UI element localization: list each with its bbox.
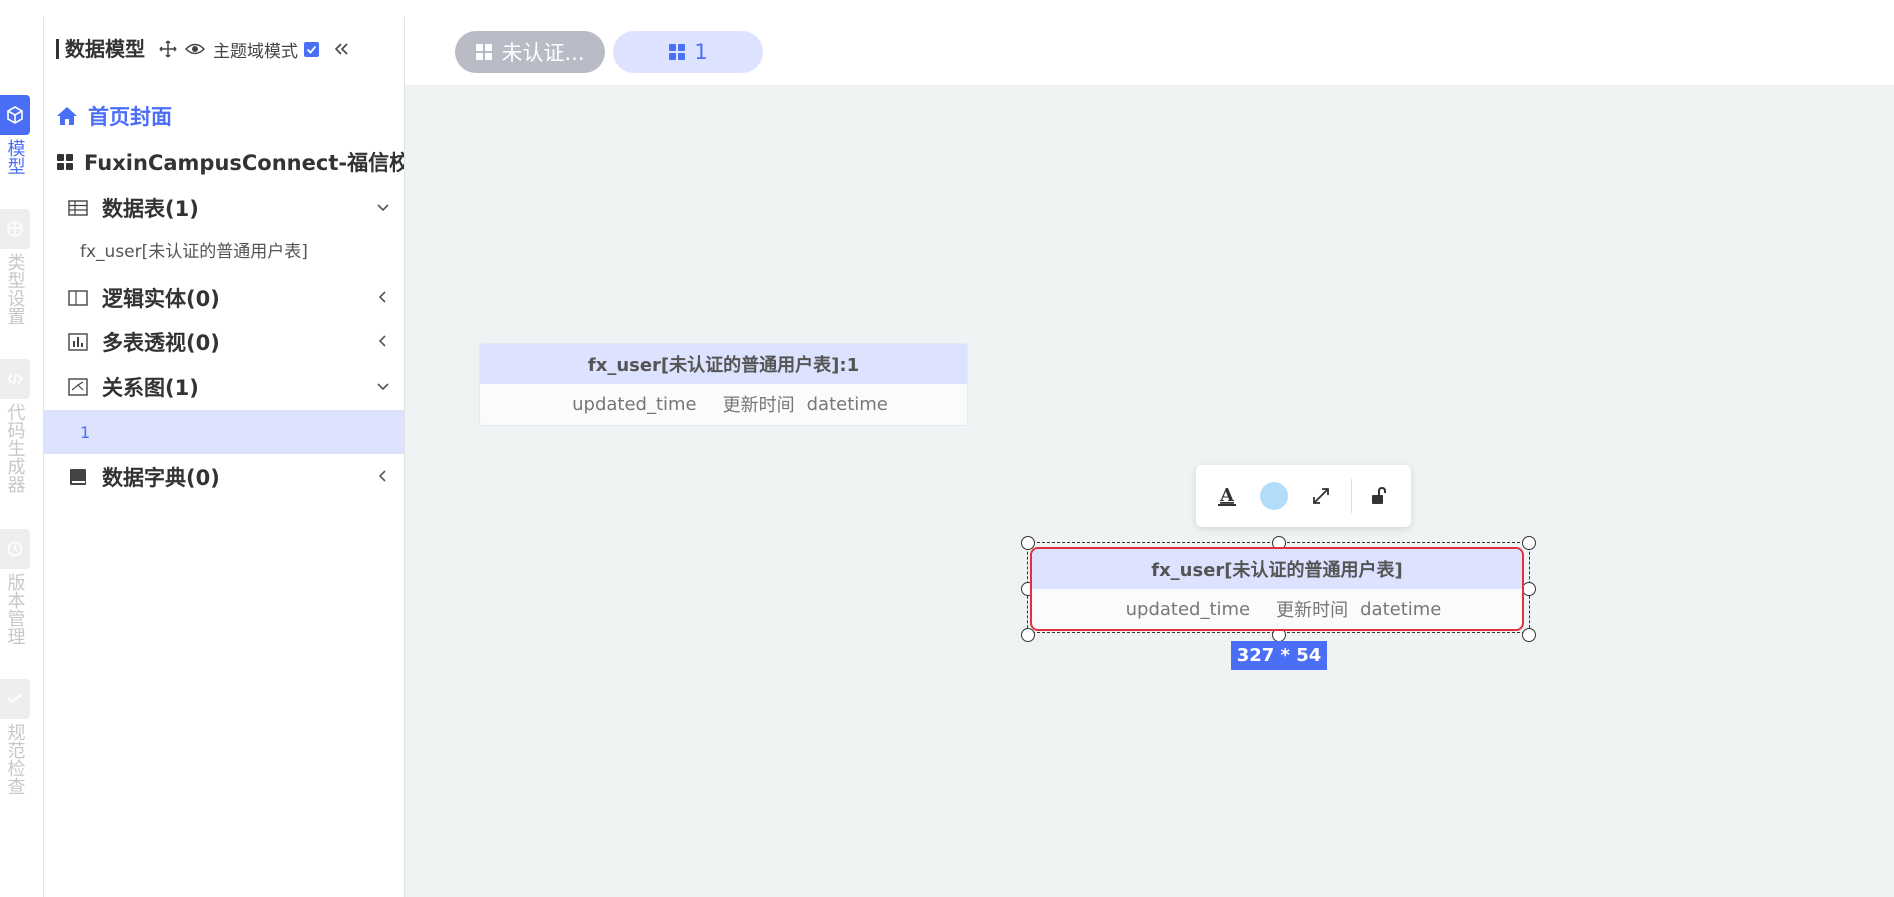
history-icon [0, 529, 30, 569]
rail-label-model: 模型 [4, 139, 26, 175]
domain-mode-checkbox[interactable] [304, 41, 319, 57]
rail-label-lint: 规范检查 [4, 723, 26, 795]
chevron-down-icon[interactable] [376, 199, 390, 218]
lock-button[interactable] [1364, 481, 1394, 511]
group-entities-label: 逻辑实体(0) [102, 287, 220, 311]
tab-diagram-1[interactable]: 1 [613, 31, 763, 73]
code-icon [0, 359, 30, 399]
move-icon[interactable] [159, 40, 177, 58]
rail-label-types: 类型设置 [4, 253, 26, 325]
field-type: datetime [1360, 598, 1442, 620]
field-comment: 更新时间 [1276, 600, 1349, 621]
resize-handle[interactable] [1021, 628, 1035, 642]
home-cover-label: 首页封面 [88, 105, 172, 129]
entity-title: fx_user[未认证的普通用户表]:1 [480, 344, 967, 384]
home-cover-item[interactable]: 首页封面 [44, 97, 404, 135]
tab-bar: 未认证... 1 [405, 17, 1894, 86]
resize-handle[interactable] [1522, 628, 1536, 642]
table-item-label: fx_user[未认证的普通用户表] [80, 241, 308, 262]
cube-icon [0, 95, 30, 135]
entity-node-selected[interactable]: fx_user[未认证的普通用户表] updated_time 更新时间 dat… [1030, 547, 1524, 631]
entity-field-row[interactable]: updated_time 更新时间 datetime [1032, 589, 1522, 629]
field-type: datetime [806, 393, 888, 415]
chevron-left-icon[interactable] [376, 468, 390, 487]
resize-button[interactable] [1306, 481, 1336, 511]
home-icon [56, 106, 78, 126]
entity-node[interactable]: fx_user[未认证的普通用户表]:1 updated_time 更新时间 d… [479, 343, 968, 426]
sidebar-header: 数据模型 主题域模式 [44, 33, 404, 65]
relation-icon [68, 378, 88, 396]
left-rail: 模型 类型设置 代码生成器 版本管理 规范检查 [0, 17, 44, 897]
table-item-fx-user[interactable]: fx_user[未认证的普通用户表] [44, 231, 404, 267]
chevron-left-icon[interactable] [376, 289, 390, 308]
group-tables-label: 数据表(1) [102, 197, 199, 221]
expand-icon [1313, 488, 1329, 504]
entity-icon [68, 290, 88, 306]
field-name: updated_time [1125, 598, 1251, 620]
node-toolbar: A [1196, 465, 1411, 527]
palette-icon [0, 209, 30, 249]
top-strip [0, 0, 1894, 18]
check-icon [0, 679, 30, 719]
size-badge: 327 * 54 [1231, 641, 1327, 670]
project-item[interactable]: FuxinCampusConnect-福信校园 [44, 143, 404, 181]
rail-item-codegen[interactable]: 代码生成器 [0, 359, 30, 493]
entity-field-row[interactable]: updated_time 更新时间 datetime [480, 384, 967, 424]
tab-label: 未认证... [501, 41, 585, 65]
toolbar-divider [1351, 479, 1352, 513]
entity-title: fx_user[未认证的普通用户表] [1032, 549, 1522, 589]
sidebar-title: 数据模型 [56, 39, 145, 59]
tab-unverified-table[interactable]: 未认证... [455, 31, 605, 73]
group-dicts[interactable]: 数据字典(0) [44, 458, 404, 496]
group-dicts-label: 数据字典(0) [102, 466, 220, 490]
grid-icon [476, 44, 493, 60]
collapse-icon[interactable] [333, 41, 349, 57]
rail-label-codegen: 代码生成器 [4, 403, 26, 493]
font-color-button[interactable]: A [1212, 481, 1242, 511]
rail-item-model[interactable]: 模型 [0, 95, 30, 175]
rail-item-types[interactable]: 类型设置 [0, 209, 30, 325]
book-icon [68, 468, 88, 486]
bar-chart-icon [68, 333, 88, 351]
project-label: FuxinCampusConnect-福信校园 [84, 151, 405, 175]
table-icon [68, 200, 88, 216]
model-sidebar: 数据模型 主题域模式 首页封面 FuxinCampusConnect-福信校园 … [44, 17, 405, 897]
rail-label-version: 版本管理 [4, 573, 26, 645]
resize-handle[interactable] [1522, 582, 1536, 596]
domain-mode-label: 主题域模式 [213, 41, 298, 62]
diagram-canvas[interactable]: 未认证... 1 fx_user[未认证的普通用户表]:1 updated_ti… [405, 17, 1894, 897]
chevron-left-icon[interactable] [376, 333, 390, 352]
diagram-item-1[interactable]: 1 [44, 410, 404, 454]
chevron-down-icon[interactable] [376, 378, 390, 397]
tab-label: 1 [694, 40, 708, 64]
rail-item-lint[interactable]: 规范检查 [0, 679, 30, 795]
group-pivot[interactable]: 多表透视(0) [44, 323, 404, 361]
grid-icon [56, 153, 74, 171]
fill-color-button[interactable] [1259, 481, 1289, 511]
resize-handle[interactable] [1522, 536, 1536, 550]
group-tables[interactable]: 数据表(1) [44, 189, 404, 227]
group-entities[interactable]: 逻辑实体(0) [44, 279, 404, 317]
eye-icon[interactable] [185, 41, 205, 57]
grid-icon [669, 44, 686, 60]
group-pivot-label: 多表透视(0) [102, 331, 220, 355]
unlock-icon [1372, 486, 1386, 504]
color-swatch-icon [1260, 482, 1288, 510]
diagram-item-label: 1 [80, 422, 91, 442]
font-icon: A [1218, 485, 1236, 506]
group-diagrams-label: 关系图(1) [102, 376, 199, 400]
field-name: updated_time [572, 393, 697, 415]
svg-text:A: A [1219, 485, 1235, 506]
group-diagrams[interactable]: 关系图(1) [44, 368, 404, 406]
field-comment: 更新时间 [722, 395, 795, 416]
rail-item-version[interactable]: 版本管理 [0, 529, 30, 645]
